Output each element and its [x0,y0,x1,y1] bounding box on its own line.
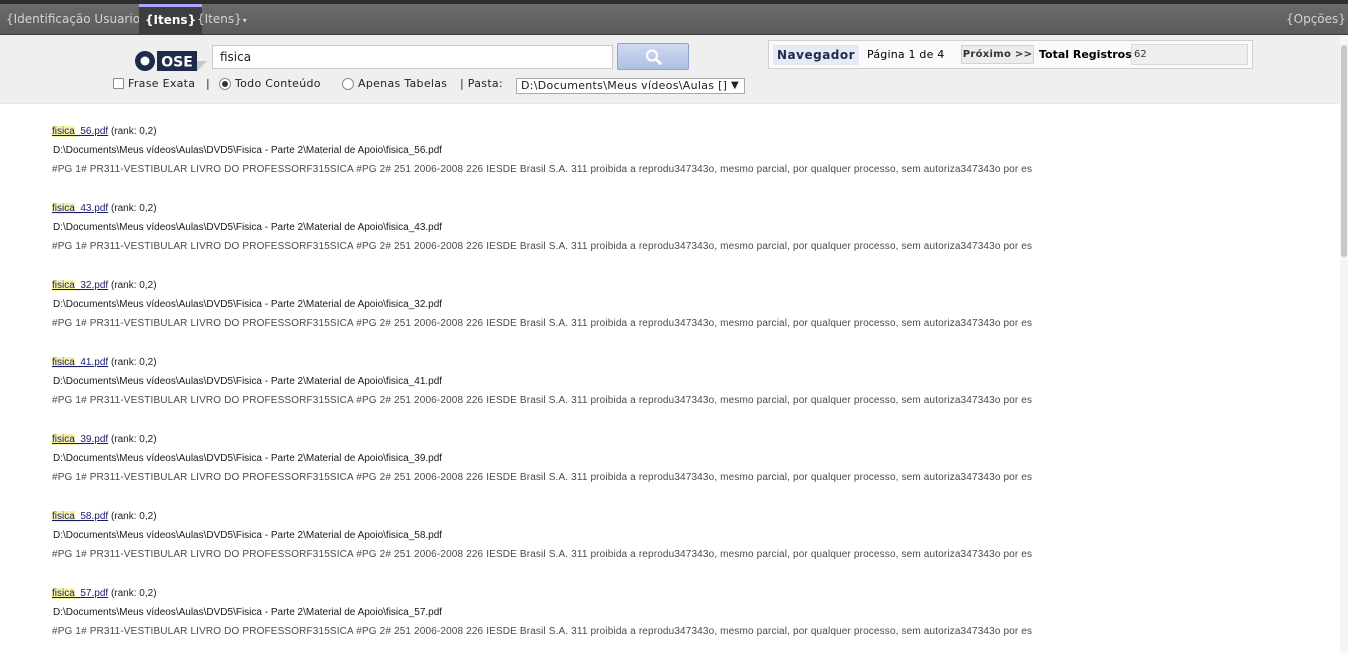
result-title-row: fisica_39.pdf (rank: 0,2) [52,434,157,445]
result-rank: (rank: 0,2) [110,357,157,368]
result-item: fisica_39.pdf (rank: 0,2) D:\Documents\M… [52,434,1152,494]
pasta-select-value: D:\Documents\Meus vídeos\Aulas [] [521,79,728,92]
navigator-title: Navegador [773,45,860,65]
result-snippet: #PG 1# PR311-VESTIBULAR LIVRO DO PROFESS… [52,626,1033,637]
result-path: D:\Documents\Meus vídeos\Aulas\DVD5\Fisi… [53,376,443,387]
result-rank: (rank: 0,2) [110,126,157,137]
result-link[interactable]: fisica_57.pdf [52,588,108,599]
result-title-row: fisica_43.pdf (rank: 0,2) [52,203,157,214]
menu-itens-label: {Itens} [197,12,242,26]
result-link-highlight: fisica [52,511,75,522]
options-separator: | [206,77,211,90]
top-menu-bar: {Identificação Usuario} {Itens} {Itens}▾… [0,4,1348,35]
result-snippet: #PG 1# PR311-VESTIBULAR LIVRO DO PROFESS… [52,472,1033,483]
search-input[interactable] [212,45,613,69]
result-rank: (rank: 0,2) [110,203,157,214]
result-rank: (rank: 0,2) [110,280,157,291]
total-records-value: 62 [1131,44,1248,65]
result-link-rest: _56.pdf [74,126,109,137]
menu-itens-dropdown[interactable]: {Itens}▾ [197,4,247,34]
result-path: D:\Documents\Meus vídeos\Aulas\DVD5\Fisi… [53,299,443,310]
pasta-label: | Pasta: [460,77,503,90]
menu-itens-active[interactable]: {Itens} [139,4,203,34]
result-item: fisica_41.pdf (rank: 0,2) D:\Documents\M… [52,357,1152,417]
next-page-button[interactable]: Próximo >> [961,45,1034,64]
result-rank: (rank: 0,2) [110,511,157,522]
result-link-highlight: fisica [52,357,75,368]
result-link-highlight: fisica [52,280,75,291]
result-link-rest: _39.pdf [74,434,109,445]
frase-exata-label: Frase Exata [128,77,196,90]
result-link-rest: _32.pdf [74,280,109,291]
vertical-scrollbar[interactable] [1340,35,1348,652]
todo-conteudo-radio[interactable] [219,78,231,90]
result-link[interactable]: fisica_43.pdf [52,203,108,214]
result-snippet: #PG 1# PR311-VESTIBULAR LIVRO DO PROFESS… [52,164,1033,175]
scrollbar-thumb[interactable] [1341,45,1347,257]
navigator-panel: Navegador Página 1 de 4 Próximo >> Total… [768,40,1253,69]
result-path: D:\Documents\Meus vídeos\Aulas\DVD5\Fisi… [53,145,443,156]
result-item: fisica_32.pdf (rank: 0,2) D:\Documents\M… [52,280,1152,340]
search-button[interactable] [617,43,689,70]
result-item: fisica_56.pdf (rank: 0,2) D:\Documents\M… [52,126,1152,186]
result-snippet: #PG 1# PR311-VESTIBULAR LIVRO DO PROFESS… [52,395,1033,406]
result-link-rest: _43.pdf [74,203,109,214]
result-link[interactable]: fisica_56.pdf [52,126,108,137]
result-item: fisica_43.pdf (rank: 0,2) D:\Documents\M… [52,203,1152,263]
apenas-tabelas-radio[interactable] [342,78,354,90]
result-path: D:\Documents\Meus vídeos\Aulas\DVD5\Fisi… [53,530,443,541]
result-link[interactable]: fisica_32.pdf [52,280,108,291]
result-snippet: #PG 1# PR311-VESTIBULAR LIVRO DO PROFESS… [52,549,1033,560]
result-snippet: #PG 1# PR311-VESTIBULAR LIVRO DO PROFESS… [52,318,1033,329]
result-path: D:\Documents\Meus vídeos\Aulas\DVD5\Fisi… [53,222,443,233]
result-title-row: fisica_41.pdf (rank: 0,2) [52,357,157,368]
total-records-label: Total Registros: [1039,48,1137,61]
ose-logo: OSE [135,51,207,71]
result-link-rest: _58.pdf [74,511,109,522]
page-indicator: Página 1 de 4 [867,48,945,61]
result-link[interactable]: fisica_41.pdf [52,357,108,368]
result-link[interactable]: fisica_39.pdf [52,434,108,445]
result-rank: (rank: 0,2) [110,588,157,599]
result-title-row: fisica_56.pdf (rank: 0,2) [52,126,157,137]
result-link-highlight: fisica [52,203,75,214]
result-link-rest: _41.pdf [74,357,109,368]
result-link-highlight: fisica [52,434,75,445]
result-title-row: fisica_58.pdf (rank: 0,2) [52,511,157,522]
pasta-select[interactable]: D:\Documents\Meus vídeos\Aulas [] ▼ [516,78,745,94]
result-snippet: #PG 1# PR311-VESTIBULAR LIVRO DO PROFESS… [52,241,1033,252]
result-path: D:\Documents\Meus vídeos\Aulas\DVD5\Fisi… [53,453,443,464]
result-link-highlight: fisica [52,588,75,599]
result-link[interactable]: fisica_58.pdf [52,511,108,522]
menu-identificacao-usuario[interactable]: {Identificação Usuario} [6,4,148,34]
search-icon [645,49,662,65]
result-title-row: fisica_32.pdf (rank: 0,2) [52,280,157,291]
menu-opcoes[interactable]: {Opções} [1286,4,1346,34]
result-link-highlight: fisica [52,126,75,137]
frase-exata-checkbox[interactable] [113,78,124,89]
result-item: fisica_58.pdf (rank: 0,2) D:\Documents\M… [52,511,1152,571]
dropdown-arrow-icon: ▼ [731,80,739,91]
result-link-rest: _57.pdf [74,588,109,599]
result-rank: (rank: 0,2) [110,434,157,445]
todo-conteudo-label: Todo Conteúdo [235,77,321,90]
logo-text: OSE [161,55,193,71]
result-title-row: fisica_57.pdf (rank: 0,2) [52,588,157,599]
caret-down-icon: ▾ [242,16,247,25]
result-path: D:\Documents\Meus vídeos\Aulas\DVD5\Fisi… [53,607,443,618]
result-item: fisica_57.pdf (rank: 0,2) D:\Documents\M… [52,588,1152,648]
apenas-tabelas-label: Apenas Tabelas [358,77,448,90]
